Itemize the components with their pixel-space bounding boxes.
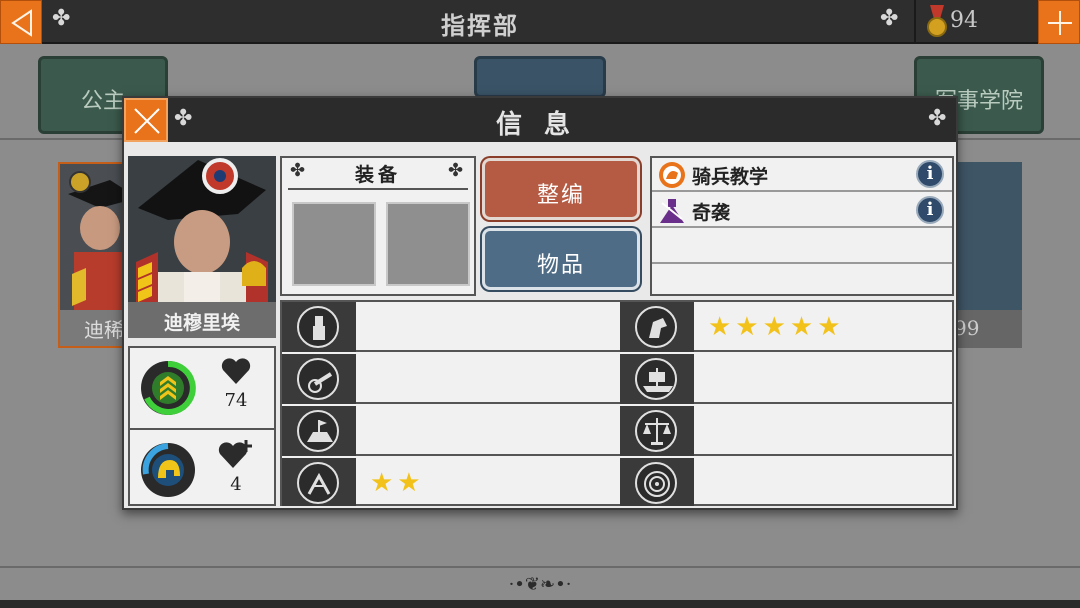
attr-value-cell <box>356 406 620 456</box>
divider <box>288 188 468 190</box>
attributes-grid: ★★ ★★★★★ <box>280 300 954 506</box>
infantry-icon <box>297 306 339 348</box>
heart-plus-icon <box>218 440 252 468</box>
navy-icon <box>635 358 677 400</box>
cavalry-icon <box>635 306 677 348</box>
items-button[interactable]: 物品 <box>482 228 640 290</box>
heal-number: 4 <box>230 474 242 495</box>
skill-row[interactable]: 奇袭 i <box>652 194 952 228</box>
medal-counter: 94 <box>914 0 1038 44</box>
fortification-icon <box>297 410 339 452</box>
attr-icon-cell <box>620 458 694 506</box>
modal-title: 信息 <box>495 110 592 140</box>
diplomacy-scales-icon <box>635 410 677 452</box>
star-rating: ★★ <box>370 468 425 498</box>
attr-icon-cell <box>282 458 356 506</box>
hero-name: 迪穆里埃 <box>128 302 276 338</box>
equipment-panel: ✤ 装备 ✤ <box>280 156 476 296</box>
engineer-icon <box>297 462 339 504</box>
attr-value-cell <box>694 354 952 404</box>
attr-value-cell: ★★★★★ <box>694 302 952 352</box>
heal-value: 4 <box>216 438 256 495</box>
bottom-ornament: ·•❦❧•· <box>508 574 572 595</box>
info-icon[interactable]: i <box>916 160 944 188</box>
hero-portrait-image <box>128 156 276 302</box>
rank-row: 74 <box>130 348 274 426</box>
ambush-icon <box>660 199 684 223</box>
bottom-bar <box>0 600 1080 608</box>
equipment-slot-2[interactable] <box>386 202 470 286</box>
info-modal: ✤ 信息 ✤ 迪穆里埃 74 4 ✤ 装备 ✤ 整编 物品 骑兵教学 i 奇袭 … <box>122 96 958 510</box>
top-bar: ✤ 指挥部 ✤ 94 <box>0 0 1080 44</box>
health-value: 74 <box>216 356 256 411</box>
attr-value-cell <box>356 302 620 352</box>
back-arrow-icon <box>11 9 32 37</box>
cavalry-badge-icon <box>659 162 685 188</box>
health-number: 74 <box>224 390 248 411</box>
star-rating: ★★★★★ <box>708 312 845 342</box>
medal-count: 94 <box>950 8 978 33</box>
divider <box>0 566 1080 568</box>
close-icon <box>134 108 160 134</box>
artillery-icon <box>297 358 339 400</box>
plus-icon <box>1048 11 1072 35</box>
close-button[interactable] <box>124 98 168 142</box>
skill-label: 骑兵教学 <box>692 166 769 188</box>
fleur-icon: ✤ <box>52 6 71 31</box>
attr-icon-cell <box>620 354 694 404</box>
rank-badge-icon <box>141 360 196 415</box>
attr-icon-cell <box>620 406 694 456</box>
attr-icon-cell <box>282 302 356 352</box>
attr-icon-cell <box>282 406 356 456</box>
back-button[interactable] <box>0 0 42 44</box>
add-button[interactable] <box>1038 0 1080 44</box>
page-title: 指挥部 <box>441 11 519 40</box>
fleur-icon: ✤ <box>880 6 899 31</box>
fleur-icon: ✤ <box>448 160 464 181</box>
heart-icon <box>221 358 251 384</box>
skill-label: 奇袭 <box>692 202 731 224</box>
hero-stats: 74 4 <box>128 346 276 506</box>
equipment-slot-1[interactable] <box>292 202 376 286</box>
equipment-title: 装备 <box>354 164 401 186</box>
attr-value-cell <box>356 354 620 404</box>
modal-header: ✤ 信息 ✤ <box>124 98 956 142</box>
morale-row: 4 <box>130 428 274 506</box>
attr-icon-cell <box>620 302 694 352</box>
attr-icon-cell <box>282 354 356 404</box>
attr-value-cell: ★★ <box>356 458 620 508</box>
attr-value-cell <box>694 406 952 456</box>
info-icon[interactable]: i <box>916 196 944 224</box>
medal-icon <box>927 5 947 37</box>
fleur-icon: ✤ <box>928 106 947 131</box>
princess-card-label: 公主 <box>80 89 125 114</box>
skills-list: 骑兵教学 i 奇袭 i <box>650 156 954 296</box>
empty-skill-row <box>652 230 952 264</box>
target-icon <box>635 462 677 504</box>
hero-portrait <box>128 156 276 302</box>
center-card[interactable] <box>474 56 606 98</box>
attr-value-cell <box>694 458 952 508</box>
fleur-icon: ✤ <box>174 106 193 131</box>
skill-row[interactable]: 骑兵教学 i <box>652 158 952 192</box>
helmet-badge-icon <box>141 443 195 497</box>
reorganize-button[interactable]: 整编 <box>482 158 640 220</box>
